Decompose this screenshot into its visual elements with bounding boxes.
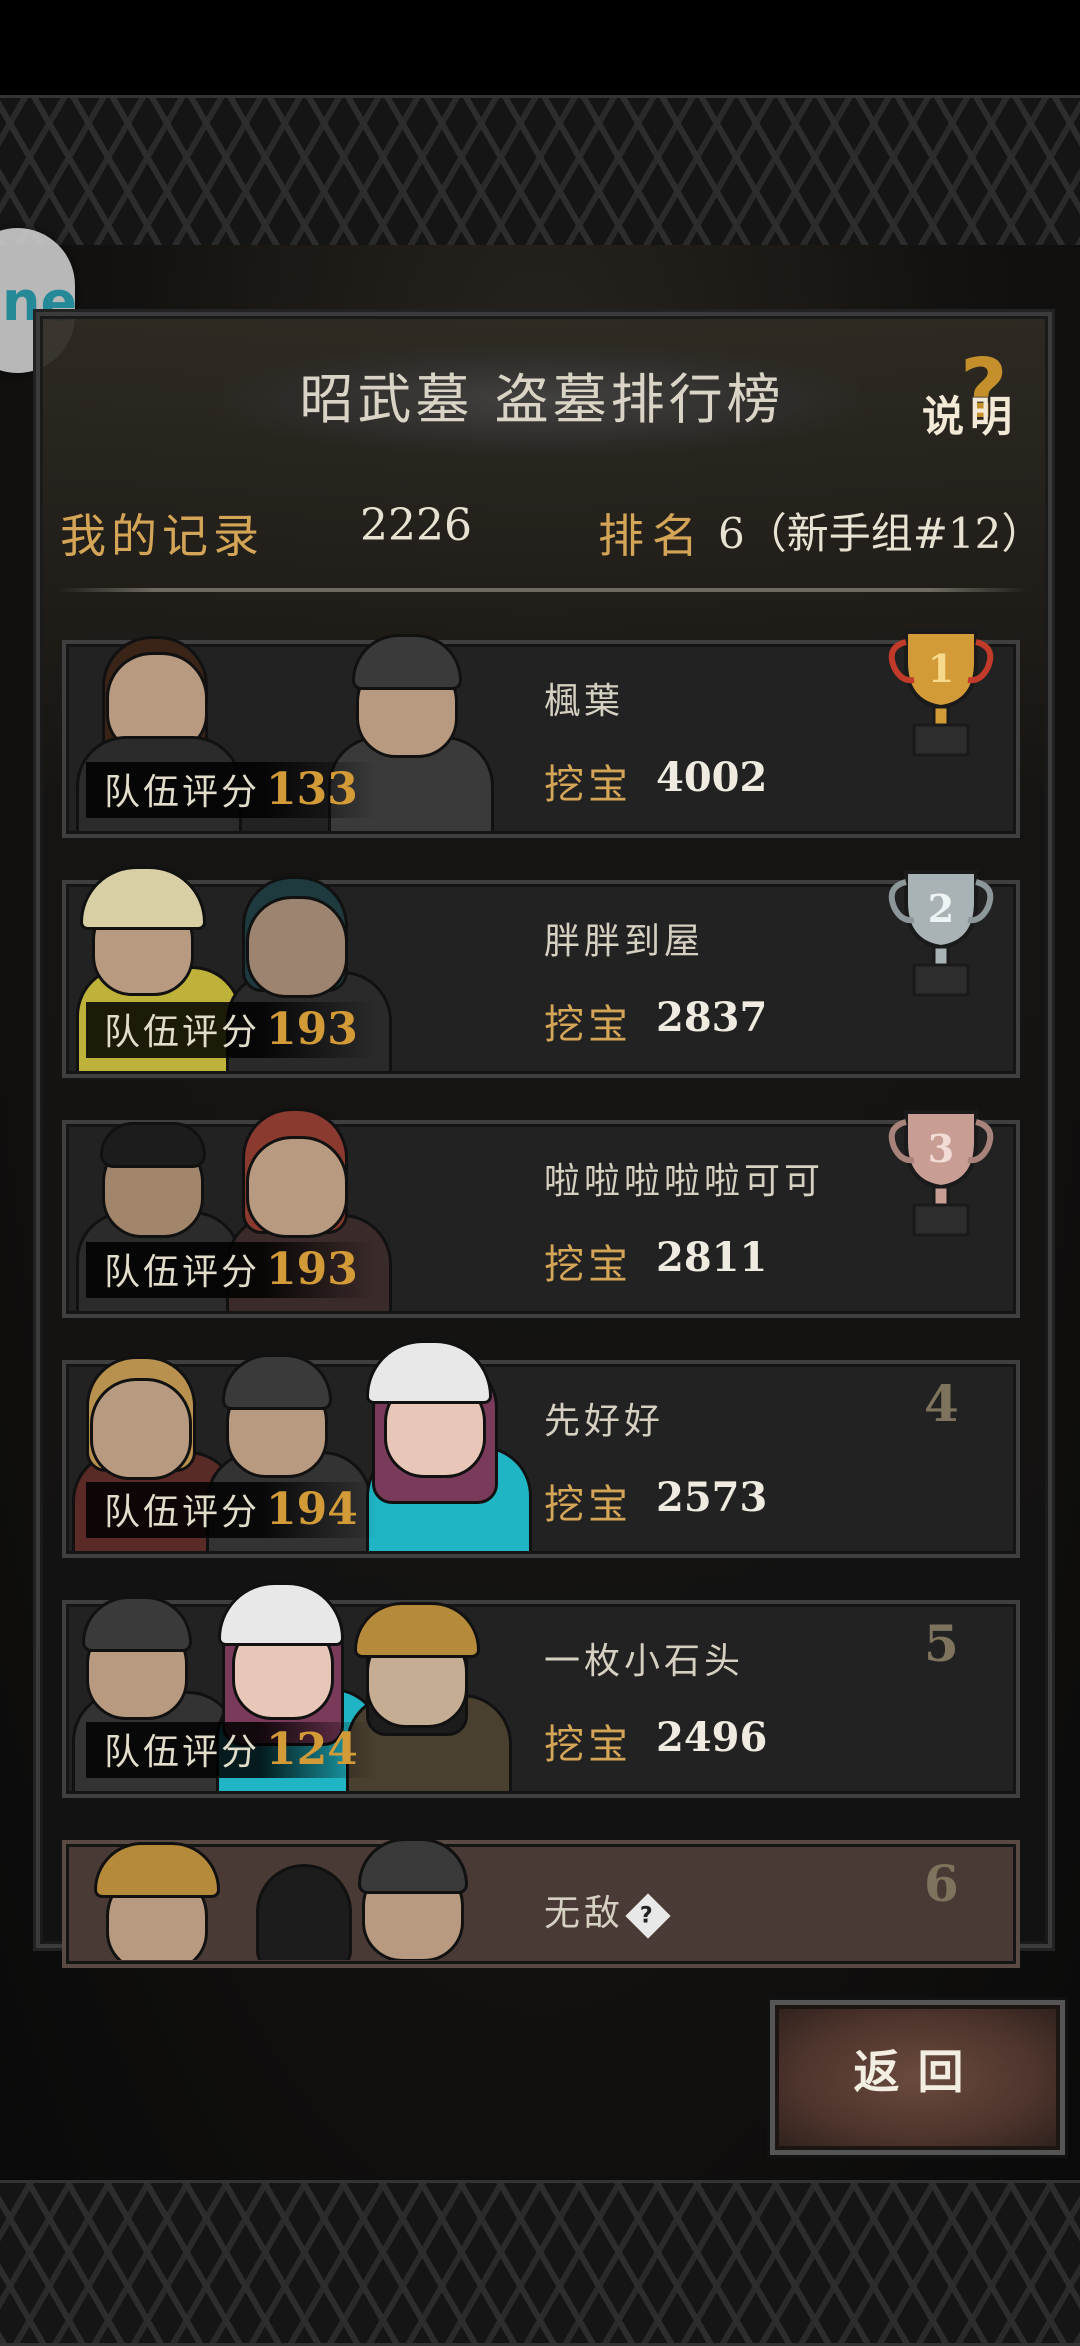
team-score-plate: 队伍评分 193 [86, 1242, 376, 1298]
team-score-label: 队伍评分 [104, 1732, 261, 1773]
player-name: 楓葉 [544, 681, 625, 722]
player-name: 先好好 [544, 1401, 665, 1442]
team-score-value: 133 [266, 764, 358, 815]
help-label: 说明 [922, 392, 1019, 441]
rank-label: 排名 [598, 509, 706, 563]
dig-value: 2573 [656, 1474, 768, 1521]
gold-trophy-icon: 1 [888, 630, 994, 757]
player-name: 胖胖到屋 [544, 921, 705, 962]
leaderboard-row[interactable]: 队伍评分 193 胖胖到屋 挖宝 2837 2 [62, 866, 1020, 1078]
leaderboard-row[interactable]: 队伍评分 193 啦啦啦啦啦可可 挖宝 2811 3 [62, 1108, 1020, 1318]
team-portrait [66, 1824, 526, 1960]
my-record-value: 2226 [360, 500, 472, 551]
question-badge-symbol: ? [639, 1902, 657, 1928]
team-score-plate: 队伍评分 124 [86, 1722, 376, 1778]
team-score-value: 193 [266, 1004, 358, 1055]
team-score-value: 124 [266, 1724, 358, 1775]
team-score-plate: 队伍评分 133 [86, 762, 376, 818]
team-score-value: 193 [266, 1244, 358, 1295]
leaderboard-row[interactable]: 队伍评分 133 楓葉 挖宝 4002 1 [62, 630, 1020, 838]
top-decorative-border [0, 95, 1080, 251]
dig-label: 挖宝 [544, 1482, 632, 1528]
rank-value: 6（新手组#12） [718, 509, 1044, 558]
status-bar [0, 0, 1080, 95]
question-badge-icon[interactable]: ? [625, 1893, 671, 1939]
team-score-label: 队伍评分 [104, 772, 261, 813]
leaderboard-row-self[interactable]: 无敌? 6 [62, 1838, 1020, 1968]
player-name-row: 无敌? [544, 1884, 671, 1939]
player-name: 无敌 [544, 1893, 625, 1934]
page-title: 昭武墓 盗墓排行榜 [299, 368, 785, 431]
player-name: 啦啦啦啦啦可可 [544, 1161, 825, 1202]
team-score-plate: 队伍评分 194 [86, 1482, 376, 1538]
team-score-value: 194 [266, 1484, 358, 1535]
dig-label: 挖宝 [544, 1002, 632, 1048]
dig-label: 挖宝 [544, 762, 632, 808]
silver-trophy-icon: 2 [888, 870, 994, 997]
leaderboard-row[interactable]: 队伍评分 124 一枚小石头 挖宝 2496 5 [62, 1582, 1020, 1798]
team-score-label: 队伍评分 [104, 1492, 261, 1533]
dig-label: 挖宝 [544, 1242, 632, 1288]
help-button[interactable]: ? 说明 [922, 345, 1042, 445]
dig-value: 2811 [656, 1234, 768, 1281]
leaderboard-row[interactable]: 队伍评分 194 先好好 挖宝 2573 4 [62, 1340, 1020, 1558]
dig-value: 2496 [656, 1714, 768, 1761]
trophy-rank-number: 2 [928, 886, 954, 931]
team-score-label: 队伍评分 [104, 1252, 261, 1293]
trophy-rank-number: 3 [928, 1126, 954, 1171]
my-record-label: 我的记录 [60, 509, 264, 563]
team-score-plate: 队伍评分 193 [86, 1002, 376, 1058]
rank-number: 4 [924, 1374, 959, 1433]
player-name: 一枚小石头 [544, 1641, 745, 1682]
dig-value: 4002 [656, 754, 768, 801]
dig-value: 2837 [656, 994, 768, 1041]
rank-number: 6 [924, 1854, 959, 1913]
trophy-rank-number: 1 [928, 646, 954, 691]
rank-number: 5 [924, 1614, 959, 1673]
team-score-label: 队伍评分 [104, 1012, 261, 1053]
back-button[interactable]: 返回 [770, 2000, 1065, 2155]
divider [58, 588, 1028, 592]
bronze-trophy-icon: 3 [888, 1110, 994, 1237]
bottom-decorative-border [0, 2180, 1080, 2346]
dig-label: 挖宝 [544, 1722, 632, 1768]
